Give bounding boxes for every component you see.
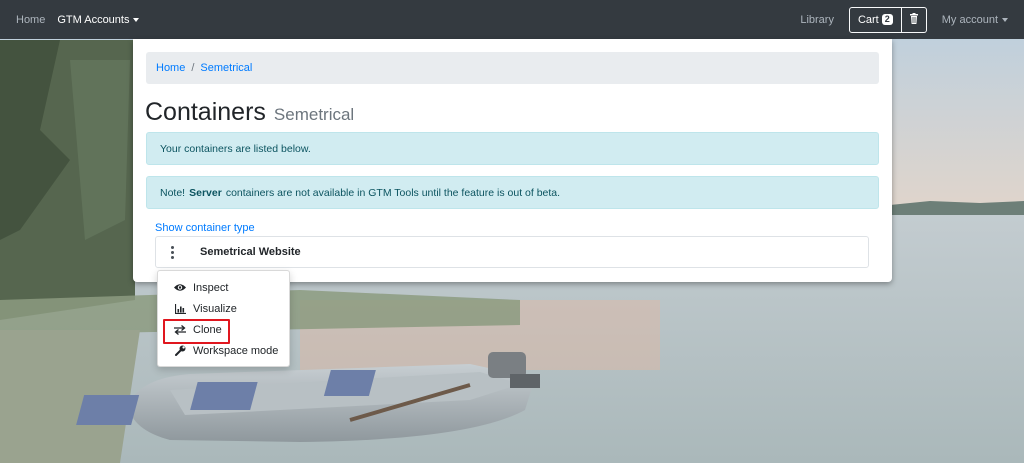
trash-icon <box>909 12 919 27</box>
chart-icon <box>174 303 186 315</box>
breadcrumb-separator: / <box>191 62 195 74</box>
caret-down-icon <box>1002 17 1008 22</box>
beta-note-alert: Note! Server containers are not availabl… <box>146 176 879 209</box>
container-name[interactable]: Semetrical Website <box>200 246 301 258</box>
info-alert-text: Your containers are listed below. <box>160 142 311 155</box>
cart-count-badge: 2 <box>881 14 893 25</box>
top-navbar: Home GTM Accounts Library Cart 2 My acco… <box>0 0 1024 39</box>
menu-item-label: Inspect <box>193 281 229 294</box>
cart-button[interactable]: Cart 2 <box>848 6 902 33</box>
container-actions-menu: Inspect Visualize Clone Workspace mode <box>157 270 290 367</box>
wrench-icon <box>174 345 186 357</box>
info-alert: Your containers are listed below. <box>146 132 879 165</box>
menu-item-visualize[interactable]: Visualize <box>158 298 289 319</box>
page-heading: Containers Semetrical <box>145 97 354 127</box>
menu-item-clone[interactable]: Clone <box>158 319 289 344</box>
menu-item-workspace-mode[interactable]: Workspace mode <box>158 340 289 361</box>
breadcrumb-home-link[interactable]: Home <box>156 62 185 74</box>
nav-gtm-accounts-label: GTM Accounts <box>57 13 130 26</box>
cart-label: Cart <box>857 13 879 26</box>
menu-item-label: Clone <box>193 323 222 336</box>
show-container-type-link[interactable]: Show container type <box>155 222 255 234</box>
empty-cart-button[interactable] <box>901 6 927 33</box>
menu-item-label: Workspace mode <box>193 344 279 357</box>
menu-item-label: Visualize <box>193 302 237 315</box>
cart-button-group: Cart 2 <box>848 6 927 33</box>
nav-my-account-dropdown[interactable]: My account <box>942 14 1008 26</box>
kebab-menu-icon[interactable] <box>162 242 182 262</box>
exchange-icon <box>174 324 186 336</box>
note-server-bold: Server <box>189 186 222 199</box>
note-prefix: Note! <box>160 186 186 199</box>
menu-item-inspect[interactable]: Inspect <box>158 277 289 298</box>
container-row: Semetrical Website <box>155 236 869 268</box>
page-subtitle: Semetrical <box>273 105 355 124</box>
main-card: Home / Semetrical Containers Semetrical … <box>133 39 892 282</box>
page-title: Containers <box>145 98 266 126</box>
navbar-right: Library Cart 2 My account <box>800 6 1008 33</box>
breadcrumb-account-link[interactable]: Semetrical <box>200 62 252 74</box>
nav-home-link[interactable]: Home <box>16 14 45 26</box>
breadcrumb: Home / Semetrical <box>146 52 879 84</box>
nav-gtm-accounts-dropdown[interactable]: GTM Accounts <box>57 13 140 26</box>
note-text: containers are not available in GTM Tool… <box>225 186 561 199</box>
eye-icon <box>174 282 186 294</box>
caret-down-icon <box>133 17 140 22</box>
nav-library-link[interactable]: Library <box>800 14 834 26</box>
nav-my-account-label: My account <box>941 13 998 26</box>
navbar-left: Home GTM Accounts <box>16 13 140 26</box>
